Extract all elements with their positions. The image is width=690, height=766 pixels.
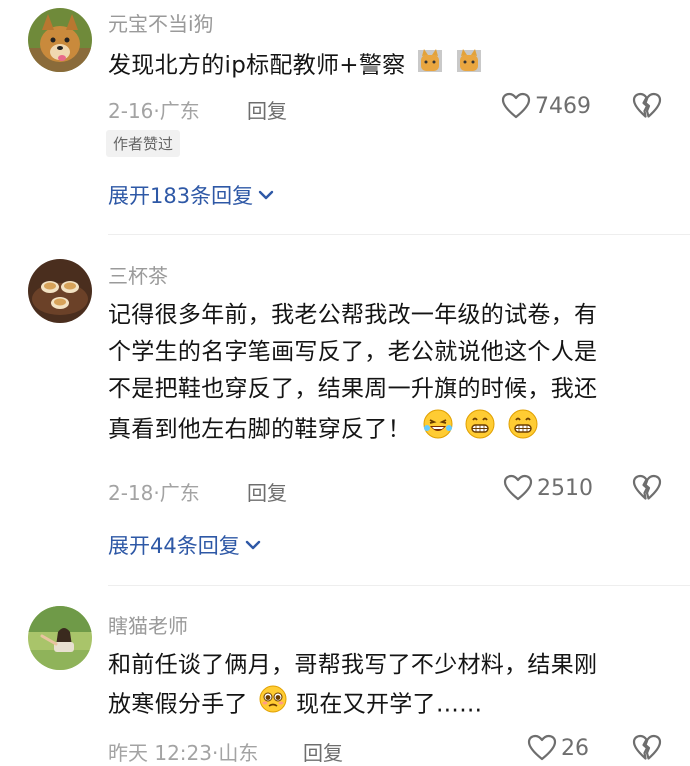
like-button[interactable]: 2510 bbox=[503, 474, 593, 502]
broken-heart-icon bbox=[632, 474, 662, 500]
comment-meta: 2-18·广东 bbox=[108, 477, 200, 506]
comment-text-line: 记得很多年前，我老公帮我改一年级的试卷，有 bbox=[108, 302, 598, 328]
cat-emoji bbox=[455, 46, 483, 86]
broken-heart-icon bbox=[632, 92, 662, 118]
comment-date: 2-16 bbox=[108, 99, 154, 123]
like-count: 26 bbox=[561, 735, 589, 761]
comment-3: 瞎猫老师 和前任谈了俩月，哥帮我写了不少材料，结果刚 放寒假分手了 现在又开学了… bbox=[0, 600, 690, 766]
comment-text-line-last: 真看到他左右脚的鞋穿反了！ bbox=[108, 408, 668, 452]
expand-replies-label: 展开183条回复 bbox=[108, 184, 254, 208]
comment-text: 记得很多年前，我老公帮我改一年级的试卷，有 个学生的名字笔画写反了，老公就说他这… bbox=[108, 297, 668, 452]
broken-heart-icon bbox=[632, 734, 662, 760]
comment-text-line-2: 放寒假分手了 现在又开学了…… bbox=[108, 684, 668, 726]
dislike-button[interactable] bbox=[632, 474, 662, 506]
comment-text-line: 放寒假分手了 bbox=[108, 691, 248, 718]
like-count: 7469 bbox=[535, 93, 591, 119]
like-button[interactable]: 26 bbox=[527, 734, 589, 762]
comment-location: 山东 bbox=[218, 741, 259, 765]
username[interactable]: 三杯茶 bbox=[108, 260, 168, 289]
username[interactable]: 元宝不当i狗 bbox=[108, 8, 214, 37]
divider bbox=[108, 234, 690, 235]
comment-1: 元宝不当i狗 发现北方的ip标配教师+警察 2-16·广东 回复 7469 作者… bbox=[0, 0, 690, 230]
comment-location: 广东 bbox=[159, 481, 200, 505]
like-button[interactable]: 7469 bbox=[501, 92, 591, 120]
heart-outline-icon bbox=[501, 92, 531, 119]
dislike-button[interactable] bbox=[632, 734, 662, 766]
comment-text-line: 个学生的名字笔画写反了，老公就说他这个人是 bbox=[108, 339, 598, 365]
username[interactable]: 瞎猫老师 bbox=[108, 610, 188, 639]
pleading-emoji bbox=[258, 684, 288, 726]
grin-emoji bbox=[464, 408, 496, 452]
comment-meta: 昨天 12:23·山东 bbox=[108, 737, 258, 766]
avatar[interactable] bbox=[28, 606, 92, 670]
chevron-down-icon bbox=[258, 190, 274, 200]
dislike-button[interactable] bbox=[632, 92, 662, 124]
avatar[interactable] bbox=[28, 8, 92, 72]
avatar[interactable] bbox=[28, 259, 92, 323]
comment-location: 广东 bbox=[159, 99, 200, 123]
rofl-emoji bbox=[422, 408, 454, 452]
comment-text-line: 和前任谈了俩月，哥帮我写了不少材料，结果刚 bbox=[108, 652, 598, 678]
comment-meta: 2-16·广东 bbox=[108, 95, 200, 124]
chevron-down-icon bbox=[245, 540, 260, 550]
expand-replies-button[interactable]: 展开183条回复 bbox=[108, 180, 275, 210]
comment-date: 昨天 12:23 bbox=[108, 741, 212, 765]
expand-replies-label: 展开44条回复 bbox=[108, 534, 240, 558]
comment-2: 三杯茶 记得很多年前，我老公帮我改一年级的试卷，有 个学生的名字笔画写反了，老公… bbox=[0, 250, 690, 580]
like-count: 2510 bbox=[537, 475, 593, 501]
cat-emoji bbox=[416, 46, 444, 86]
comment-text: 发现北方的ip标配教师+警察 bbox=[108, 46, 668, 86]
comment-date: 2-18 bbox=[108, 481, 154, 505]
comment-text-line: 不是把鞋也穿反了，结果周一升旗的时候，我还 bbox=[108, 376, 598, 402]
grin-emoji bbox=[507, 408, 539, 452]
reply-button[interactable]: 回复 bbox=[303, 737, 343, 766]
comment-text-line: 发现北方的ip标配教师+警察 bbox=[108, 52, 406, 79]
comment-text-line: 现在又开学了…… bbox=[296, 691, 483, 718]
heart-outline-icon bbox=[503, 474, 533, 501]
reply-button[interactable]: 回复 bbox=[247, 477, 287, 506]
reply-button[interactable]: 回复 bbox=[247, 95, 287, 124]
comment-text-line: 真看到他左右脚的鞋穿反了！ bbox=[108, 416, 411, 443]
divider bbox=[108, 585, 690, 586]
author-liked-badge: 作者赞过 bbox=[106, 130, 181, 157]
heart-outline-icon bbox=[527, 734, 557, 761]
expand-replies-button[interactable]: 展开44条回复 bbox=[108, 530, 262, 560]
comment-text: 和前任谈了俩月，哥帮我写了不少材料，结果刚 放寒假分手了 现在又开学了…… bbox=[108, 647, 668, 726]
